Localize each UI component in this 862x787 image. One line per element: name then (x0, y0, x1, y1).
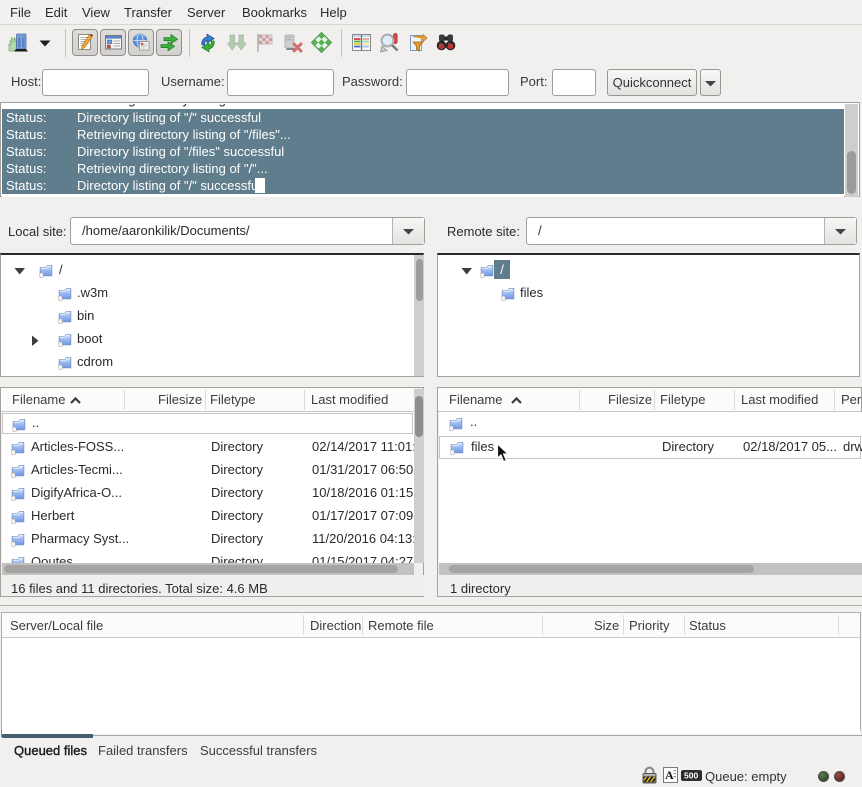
svg-text:A: A (665, 768, 674, 782)
svg-text:500: 500 (684, 771, 698, 781)
